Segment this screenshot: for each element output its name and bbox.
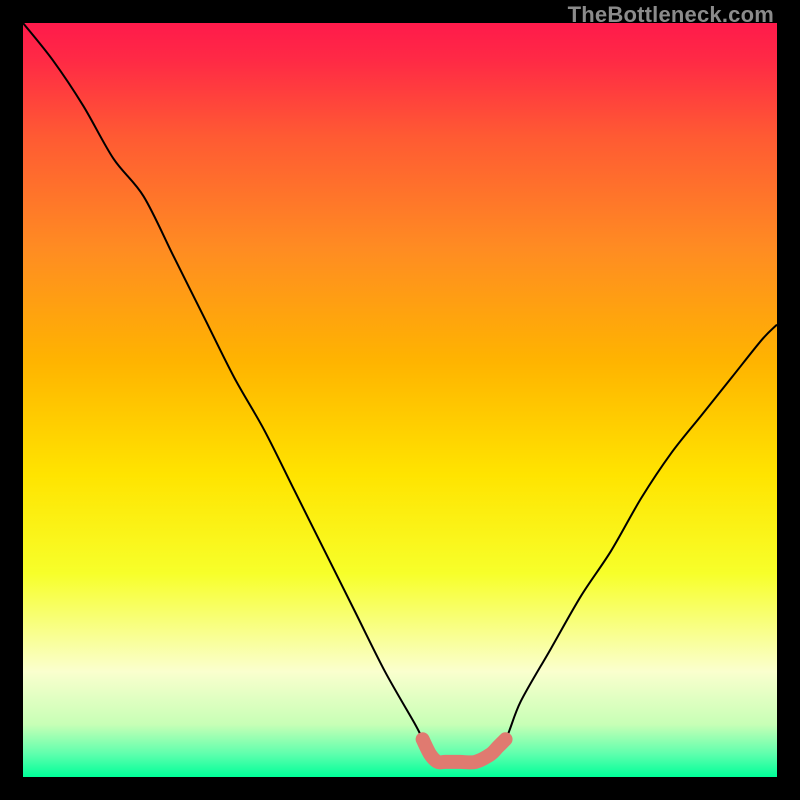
bottleneck-chart <box>23 23 777 777</box>
chart-frame: TheBottleneck.com <box>0 0 800 800</box>
plot-area <box>23 23 777 777</box>
gradient-background <box>23 23 777 777</box>
